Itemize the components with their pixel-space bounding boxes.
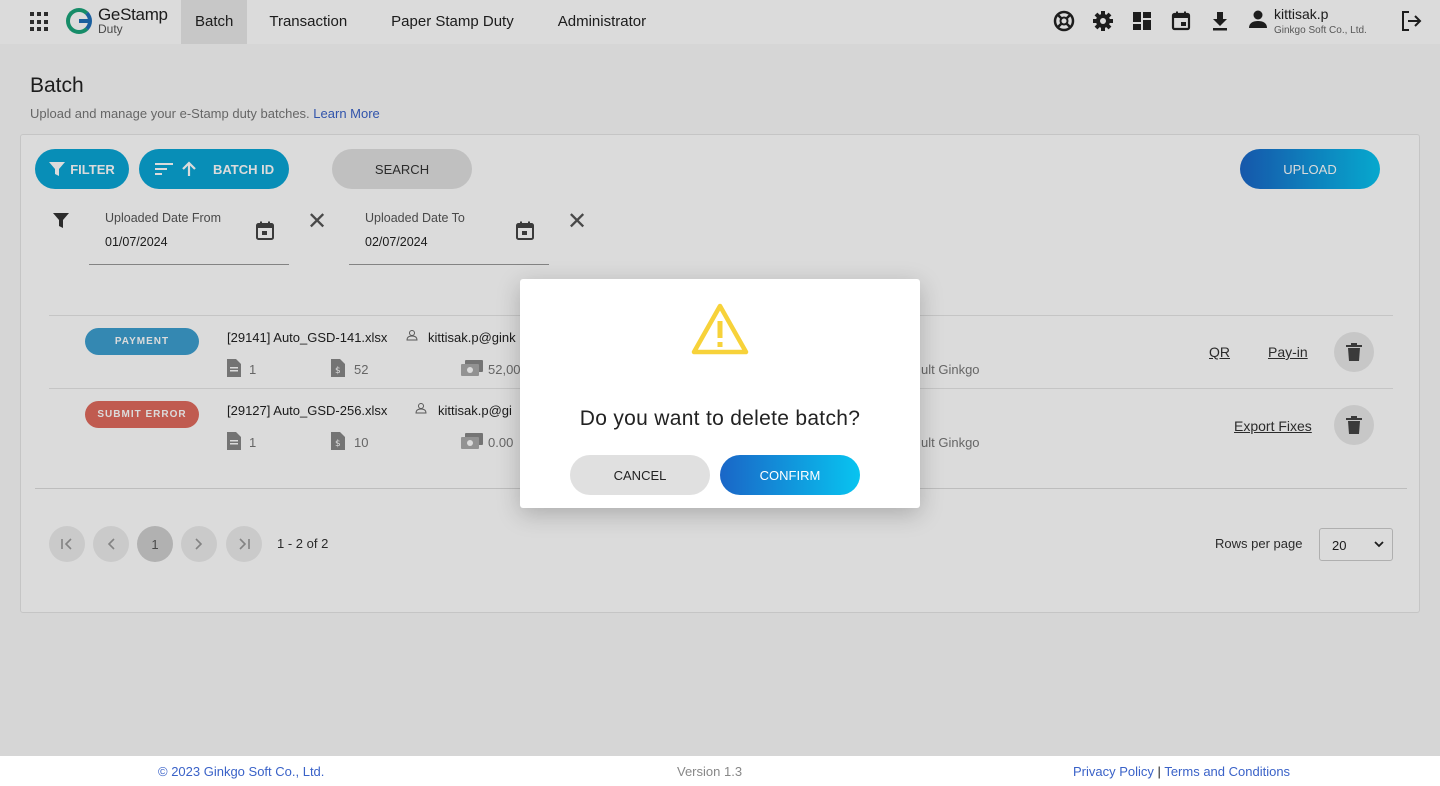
delete-confirm-dialog: Do you want to delete batch? CANCEL CONF… (520, 279, 920, 508)
warning-icon (691, 303, 749, 355)
footer-separator: | (1157, 764, 1161, 779)
terms-link[interactable]: Terms and Conditions (1164, 764, 1290, 779)
confirm-button[interactable]: CONFIRM (720, 455, 860, 495)
version: Version 1.3 (677, 764, 743, 779)
privacy-policy-link[interactable]: Privacy Policy (1073, 764, 1154, 779)
copyright: © 2023 Ginkgo Soft Co., Ltd. (158, 764, 325, 779)
footer-links: Privacy Policy | Terms and Conditions (1073, 764, 1290, 779)
cancel-button[interactable]: CANCEL (570, 455, 710, 495)
app: GeStamp Duty Batch Transaction Paper Sta… (0, 0, 1440, 756)
footer: © 2023 Ginkgo Soft Co., Ltd. Version 1.3… (0, 756, 1440, 786)
dialog-message: Do you want to delete batch? (579, 407, 861, 430)
